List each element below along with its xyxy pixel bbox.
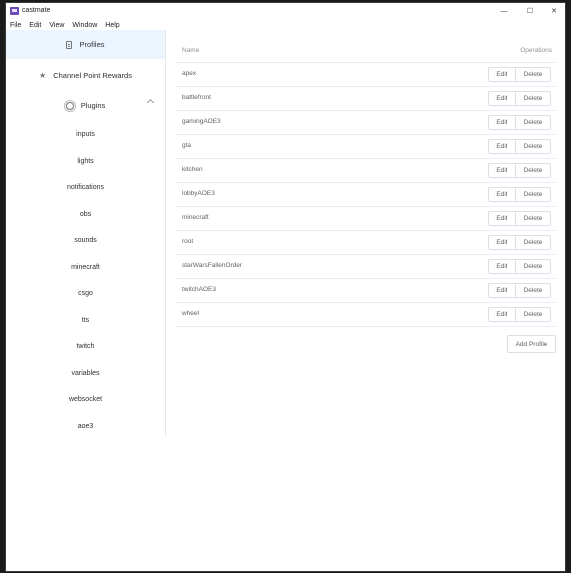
plugin-item-inputs[interactable]: inputs <box>6 124 165 144</box>
star-icon: ★ <box>39 71 47 80</box>
document-icon <box>66 40 73 49</box>
gear-icon <box>65 101 74 110</box>
menu-window[interactable]: Window <box>72 22 97 29</box>
sidebar-item-channel-point-rewards[interactable]: ★ Channel Point Rewards <box>6 61 165 90</box>
profile-name: gamingAOE3 <box>182 118 221 125</box>
sidebar-item-label: Profiles <box>79 40 105 49</box>
sidebar-item-profiles[interactable]: Profiles <box>6 30 165 59</box>
profile-name: minecraft <box>182 214 209 221</box>
table-row: gamingAOE3 Edit Delete <box>176 111 556 135</box>
maximize-button[interactable]: ☐ <box>518 3 542 19</box>
profile-name: root <box>182 238 194 245</box>
menu-view[interactable]: View <box>49 22 64 29</box>
plugin-item-websocket[interactable]: websocket <box>6 389 165 409</box>
plugin-item-variables[interactable]: variables <box>6 363 165 383</box>
delete-button[interactable]: Delete <box>515 211 551 226</box>
delete-button[interactable]: Delete <box>515 115 551 130</box>
edit-button[interactable]: Edit <box>488 67 516 82</box>
table-row: twitchAOE3 Edit Delete <box>176 279 556 303</box>
close-button[interactable]: ✕ <box>542 3 566 19</box>
profile-name: apex <box>182 70 197 77</box>
table-row: wheel Edit Delete <box>176 303 556 327</box>
edit-button[interactable]: Edit <box>488 307 516 322</box>
table-header: Name Operations <box>176 30 556 63</box>
profile-name: kitchen <box>182 166 203 173</box>
delete-button[interactable]: Delete <box>515 259 551 274</box>
column-header-name: Name <box>182 47 200 54</box>
delete-button[interactable]: Delete <box>515 235 551 250</box>
add-profile-button[interactable]: Add Profile <box>507 335 556 353</box>
table-row: gta Edit Delete <box>176 135 556 159</box>
sidebar-item-label: Plugins <box>80 101 106 110</box>
profile-name: starWarsFallenOrder <box>182 262 243 269</box>
edit-button[interactable]: Edit <box>488 259 516 274</box>
minimize-button[interactable]: — <box>492 3 516 19</box>
table-row: apex Edit Delete <box>176 63 556 87</box>
edit-button[interactable]: Edit <box>488 211 516 226</box>
profile-name: lobbyAOE3 <box>182 190 215 197</box>
edit-button[interactable]: Edit <box>488 91 516 106</box>
profile-name: wheel <box>182 310 199 317</box>
plugin-item-twitch[interactable]: twitch <box>6 336 165 356</box>
edit-button[interactable]: Edit <box>488 139 516 154</box>
edit-button[interactable]: Edit <box>488 235 516 250</box>
delete-button[interactable]: Delete <box>515 307 551 322</box>
profile-name: battlefront <box>182 94 211 101</box>
castmate-logo-icon <box>10 7 19 15</box>
delete-button[interactable]: Delete <box>515 91 551 106</box>
plugin-item-sounds[interactable]: sounds <box>6 230 165 250</box>
menu-edit[interactable]: Edit <box>29 22 41 29</box>
menu-file[interactable]: File <box>10 22 21 29</box>
app-window: castmate — ☐ ✕ File Edit View Window Hel… <box>5 2 566 572</box>
plugin-item-csgo[interactable]: csgo <box>6 283 165 303</box>
profile-name: gta <box>182 142 192 149</box>
delete-button[interactable]: Delete <box>515 139 551 154</box>
plugin-item-lights[interactable]: lights <box>6 151 165 171</box>
plugin-item-minecraft[interactable]: minecraft <box>6 257 165 277</box>
edit-button[interactable]: Edit <box>488 163 516 178</box>
table-row: root Edit Delete <box>176 231 556 255</box>
delete-button[interactable]: Delete <box>515 187 551 202</box>
plugin-item-obs[interactable]: obs <box>6 204 165 224</box>
window-title: castmate <box>22 7 51 14</box>
delete-button[interactable]: Delete <box>515 283 551 298</box>
column-header-operations: Operations <box>520 47 552 54</box>
sidebar: Profiles ★ Channel Point Rewards Plugins… <box>6 30 166 436</box>
plugin-item-tts[interactable]: tts <box>6 310 165 330</box>
plugin-item-aoe3[interactable]: aoe3 <box>6 416 165 436</box>
edit-button[interactable]: Edit <box>488 115 516 130</box>
sidebar-item-plugins[interactable]: Plugins <box>6 91 165 120</box>
table-row: battlefront Edit Delete <box>176 87 556 111</box>
edit-button[interactable]: Edit <box>488 283 516 298</box>
menu-help[interactable]: Help <box>105 22 119 29</box>
table-row: minecraft Edit Delete <box>176 207 556 231</box>
sidebar-item-label: Channel Point Rewards <box>53 71 132 80</box>
table-row: starWarsFallenOrder Edit Delete <box>176 255 556 279</box>
table-row: kitchen Edit Delete <box>176 159 556 183</box>
title-bar: castmate — ☐ ✕ <box>6 3 565 19</box>
profile-name: twitchAOE3 <box>182 286 216 293</box>
plugin-item-notifications[interactable]: notifications <box>6 177 165 197</box>
edit-button[interactable]: Edit <box>488 187 516 202</box>
chevron-up-icon <box>146 98 155 107</box>
delete-button[interactable]: Delete <box>515 163 551 178</box>
delete-button[interactable]: Delete <box>515 67 551 82</box>
table-row: lobbyAOE3 Edit Delete <box>176 183 556 207</box>
